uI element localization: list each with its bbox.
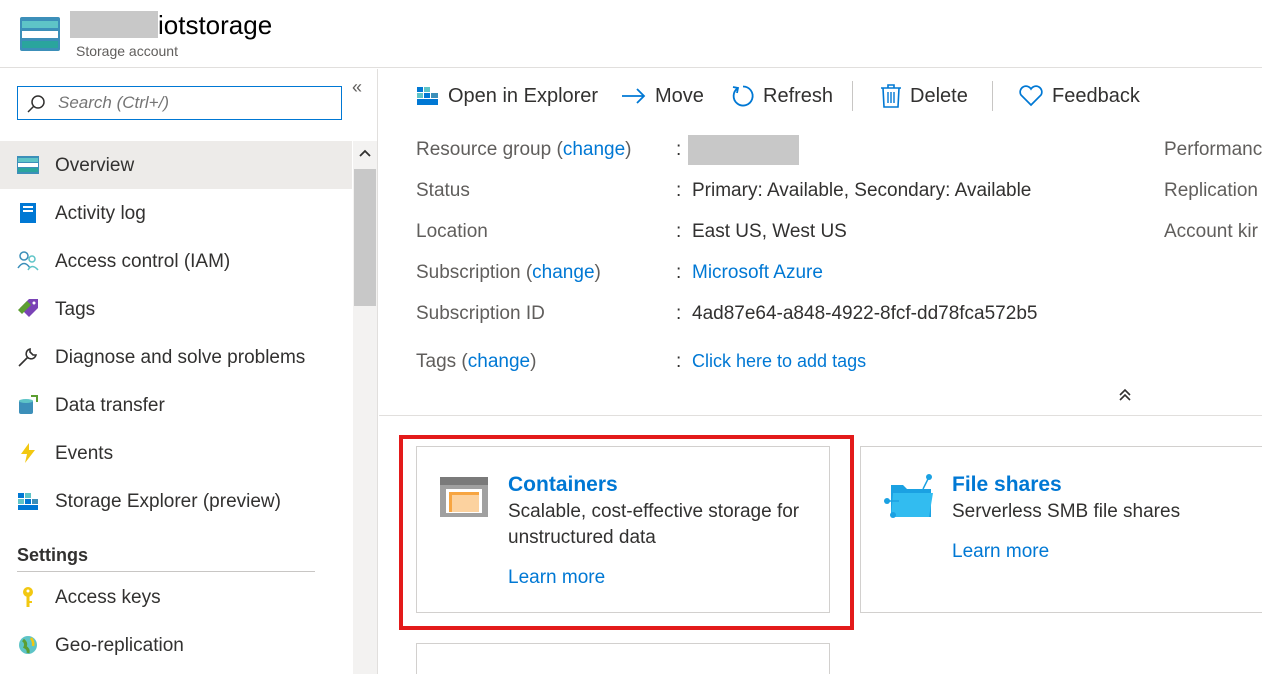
open-in-explorer-button[interactable]: Open in Explorer	[416, 81, 598, 111]
file-shares-icon	[884, 474, 933, 518]
feedback-button[interactable]: Feedback	[1018, 81, 1140, 111]
resource-group-change-link[interactable]: change	[563, 139, 625, 160]
delete-button[interactable]: Delete	[880, 81, 968, 111]
move-label: Move	[655, 84, 704, 107]
highlight-box	[399, 435, 854, 630]
next-card[interactable]	[416, 643, 830, 674]
tags-change-link[interactable]: change	[468, 351, 530, 372]
subscription-id-value: 4ad87e64-a848-4922-8fcf-dd78fca572b5	[692, 303, 1038, 324]
search-icon	[27, 95, 45, 113]
tags-label: Tags	[416, 351, 457, 372]
sidebar-item-events[interactable]: Events	[0, 429, 352, 477]
data-transfer-icon	[19, 395, 38, 414]
file-shares-learn-more-link[interactable]: Learn more	[952, 541, 1049, 563]
file-shares-title[interactable]: File shares	[952, 473, 1062, 497]
sidebar-item-diagnose[interactable]: Diagnose and solve problems	[0, 333, 352, 381]
sidebar-item-label: Data transfer	[55, 395, 165, 416]
sidebar-scrollbar[interactable]	[353, 141, 377, 674]
sidebar-item-overview[interactable]: Overview	[0, 141, 352, 189]
location-row: Location : East US, West US	[416, 221, 847, 242]
move-button[interactable]: Move	[621, 81, 704, 111]
collapse-sidebar-button[interactable]: «	[352, 77, 362, 98]
sidebar-item-access-keys[interactable]: Access keys	[0, 573, 352, 621]
redacted-resource-group	[688, 135, 799, 165]
sidebar-item-label: Diagnose and solve problems	[55, 347, 306, 368]
page-header: iotstorage Storage account	[0, 0, 1262, 68]
sidebar-item-access-control[interactable]: Access control (IAM)	[0, 237, 352, 285]
status-row: Status : Primary: Available, Secondary: …	[416, 180, 1032, 201]
redacted-name	[70, 11, 158, 38]
scrollbar-thumb[interactable]	[354, 169, 376, 306]
location-label: Location	[416, 221, 488, 242]
open-in-explorer-label: Open in Explorer	[448, 84, 599, 107]
settings-section-header: Settings	[0, 525, 352, 573]
lightning-icon	[21, 443, 35, 463]
subscription-row: Subscription (change) : Microsoft Azure	[416, 262, 823, 283]
add-tags-link[interactable]: Click here to add tags	[692, 351, 866, 372]
resource-group-label: Resource group	[416, 139, 552, 160]
refresh-button[interactable]: Refresh	[731, 81, 833, 111]
file-shares-description: Serverless SMB file shares	[952, 501, 1181, 522]
collapse-essentials-icon[interactable]	[1117, 387, 1133, 403]
subscription-id-label: Subscription ID	[416, 303, 545, 324]
storage-explorer-icon	[417, 87, 438, 105]
file-shares-card[interactable]: File shares Serverless SMB file shares L…	[860, 446, 1262, 613]
activity-log-icon	[20, 203, 36, 223]
sidebar-item-label: Geo-replication	[55, 635, 184, 656]
command-bar: Open in Explorer Move Refresh Delete Fee…	[379, 69, 1262, 123]
sidebar-item-storage-explorer[interactable]: Storage Explorer (preview)	[0, 477, 352, 525]
people-icon	[17, 251, 39, 271]
trash-icon	[881, 84, 901, 108]
sidebar-item-activity-log[interactable]: Activity log	[0, 189, 352, 237]
resource-group-row: Resource group (change) :	[416, 135, 799, 165]
refresh-icon	[732, 85, 754, 107]
sidebar-nav: Overview Activity log Access control (IA…	[0, 141, 352, 669]
sidebar-item-label: Tags	[55, 299, 96, 320]
storage-account-icon	[20, 17, 60, 51]
subscription-id-row: Subscription ID : 4ad87e64-a848-4922-8fc…	[416, 303, 1038, 324]
sidebar-item-label: Access control (IAM)	[55, 251, 231, 272]
heart-icon	[1019, 85, 1043, 107]
status-value: Primary: Available, Secondary: Available	[692, 180, 1032, 201]
sidebar-item-label: Storage Explorer (preview)	[55, 491, 281, 512]
subscription-label: Subscription	[416, 262, 521, 283]
subscription-value-link[interactable]: Microsoft Azure	[692, 262, 823, 284]
essentials-panel: Resource group (change) : Status : Prima…	[379, 123, 1262, 416]
storage-overview-icon	[17, 156, 39, 174]
arrow-right-icon	[622, 88, 646, 104]
storage-explorer-icon	[18, 493, 38, 510]
sidebar-item-label: Events	[55, 443, 114, 464]
page-title: iotstorage	[158, 10, 273, 40]
sidebar-item-geo-replication[interactable]: Geo-replication	[0, 621, 352, 669]
replication-label: Replication	[1164, 180, 1258, 201]
sidebar-item-tags[interactable]: Tags	[0, 285, 352, 333]
sidebar-item-label: Access keys	[55, 587, 161, 608]
sidebar-item-label: Overview	[55, 155, 135, 176]
sidebar-item-data-transfer[interactable]: Data transfer	[0, 381, 352, 429]
globe-icon	[19, 636, 37, 654]
toolbar-divider	[852, 81, 853, 111]
refresh-label: Refresh	[763, 84, 834, 107]
account-kind-label: Account kir	[1164, 221, 1258, 242]
scroll-up-icon[interactable]	[359, 148, 371, 160]
wrench-icon	[18, 347, 38, 367]
subscription-change-link[interactable]: change	[532, 262, 594, 283]
search-input[interactable]	[58, 91, 338, 115]
tag-icon	[18, 299, 38, 317]
status-label: Status	[416, 180, 470, 201]
location-value: East US, West US	[692, 221, 847, 242]
performance-label: Performanc	[1164, 139, 1262, 160]
sidebar-item-label: Activity log	[55, 203, 146, 224]
delete-label: Delete	[910, 84, 968, 107]
section-divider	[17, 571, 315, 572]
key-icon	[23, 587, 33, 607]
search-box[interactable]	[17, 86, 342, 120]
tags-row: Tags (change) : Click here to add tags	[416, 351, 867, 372]
section-label: Settings	[17, 545, 89, 565]
sidebar: « Overview Activity log	[0, 69, 378, 674]
feedback-label: Feedback	[1052, 84, 1140, 107]
toolbar-divider	[992, 81, 993, 111]
page-subtitle: Storage account	[76, 43, 178, 59]
